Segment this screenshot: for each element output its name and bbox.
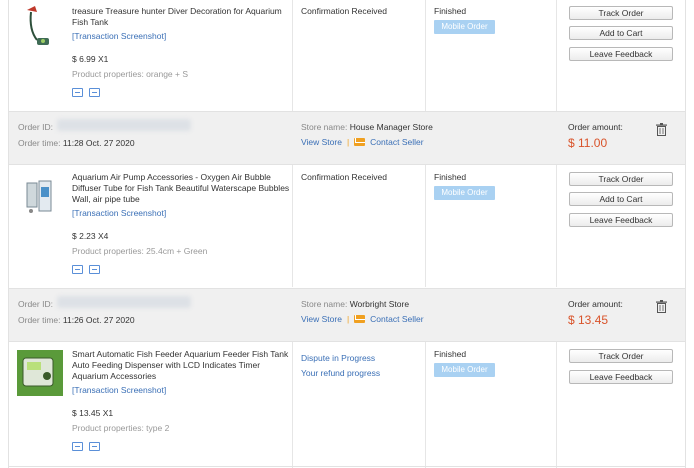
order-amount: $ 13.45 [568,313,609,327]
separator: | [346,314,350,324]
store-name: House Manager Store [349,122,433,132]
order-time-label: Order time: [18,315,61,325]
finished-status: Finished [434,349,467,359]
detail-icon[interactable] [89,88,100,97]
mobile-order-badge: Mobile Order [434,363,495,377]
order-id-label: Order ID: [18,122,53,132]
contact-seller-link[interactable]: Contact Seller [370,137,423,147]
product-thumbnail-fish-feeder[interactable] [17,350,63,396]
order-item-row-2: Aquarium Air Pump Accessories - Oxygen A… [9,165,685,287]
order-amount-label: Order amount: [568,122,623,132]
finished-status: Finished [434,6,467,16]
add-to-cart-button[interactable]: Add to Cart [569,26,673,40]
store-name-line: Store name: Worbright Store [301,299,409,309]
order-time: Order time: 11:26 Oct. 27 2020 [18,315,135,325]
track-order-button[interactable]: Track Order [569,6,673,20]
store-name-line: Store name: House Manager Store [301,122,433,132]
product-thumbnail-air-pump[interactable] [17,173,63,219]
trash-icon[interactable] [656,123,667,136]
order-time-value: 11:26 Oct. 27 2020 [62,315,135,325]
detail-icon[interactable] [89,442,100,451]
store-links: View Store | Contact Seller [301,137,424,147]
order-item-row-1: treasure Treasure hunter Diver Decoratio… [9,0,685,112]
order-time: Order time: 11:28 Oct. 27 2020 [18,138,135,148]
view-store-link[interactable]: View Store [301,137,342,147]
order-item-row-3: Smart Automatic Fish Feeder Aquarium Fee… [9,342,685,468]
order-id-label: Order ID: [18,299,53,309]
order-time-label: Order time: [18,138,61,148]
view-store-link[interactable]: View Store [301,314,342,324]
order-amount: $ 11.00 [568,136,608,150]
leave-feedback-button[interactable]: Leave Feedback [569,213,673,227]
product-price: $ 6.99 X1 [72,54,109,64]
track-order-button[interactable]: Track Order [569,172,673,186]
dispute-in-progress-link[interactable]: Dispute in Progress [301,353,375,363]
add-to-cart-button[interactable]: Add to Cart [569,192,673,206]
leave-feedback-button[interactable]: Leave Feedback [569,370,673,384]
transaction-screenshot-link[interactable]: [Transaction Screenshot] [72,208,166,218]
store-links: View Store | Contact Seller [301,314,424,324]
transaction-screenshot-link[interactable]: [Transaction Screenshot] [72,31,166,41]
trash-icon[interactable] [656,300,667,313]
order-header-2: Order ID: Order time: 11:28 Oct. 27 2020… [9,111,685,165]
product-properties: Product properties: orange + S [72,69,188,79]
track-order-button[interactable]: Track Order [569,349,673,363]
order-header-3: Order ID: Order time: 11:26 Oct. 27 2020… [9,288,685,342]
product-price: $ 13.45 X1 [72,408,114,418]
store-name: Worbright Store [349,299,410,309]
order-status: Confirmation Received [301,172,387,182]
product-name[interactable]: treasure Treasure hunter Diver Decoratio… [72,6,292,28]
refund-progress-link[interactable]: Your refund progress [301,368,380,378]
leave-feedback-button[interactable]: Leave Feedback [569,47,673,61]
mobile-order-badge: Mobile Order [434,20,495,34]
finished-status: Finished [434,172,467,182]
product-name[interactable]: Smart Automatic Fish Feeder Aquarium Fee… [72,349,292,382]
store-name-label: Store name: [301,299,348,309]
detail-icon[interactable] [89,265,100,274]
product-action-icons [72,442,100,451]
snapshot-icon[interactable] [72,265,83,274]
separator: | [346,137,350,147]
snapshot-icon[interactable] [72,442,83,451]
order-status: Confirmation Received [301,6,387,16]
order-id-redacted [57,119,191,131]
product-action-icons [72,88,100,97]
order-amount-label: Order amount: [568,299,623,309]
product-properties: Product properties: 25.4cm + Green [72,246,208,256]
bottom-divider [9,466,685,467]
order-time-value: 11:28 Oct. 27 2020 [62,138,135,148]
snapshot-icon[interactable] [72,88,83,97]
mobile-order-badge: Mobile Order [434,186,495,200]
product-thumbnail-diver[interactable] [17,4,63,50]
transaction-screenshot-link[interactable]: [Transaction Screenshot] [72,385,166,395]
product-name[interactable]: Aquarium Air Pump Accessories - Oxygen A… [72,172,292,205]
product-price: $ 2.23 X4 [72,231,109,241]
store-name-label: Store name: [301,122,348,132]
order-id-redacted [57,296,191,308]
product-properties: Product properties: type 2 [72,423,170,433]
contact-seller-link[interactable]: Contact Seller [370,314,423,324]
product-action-icons [72,265,100,274]
mail-icon [354,315,366,323]
mail-icon [354,138,366,146]
